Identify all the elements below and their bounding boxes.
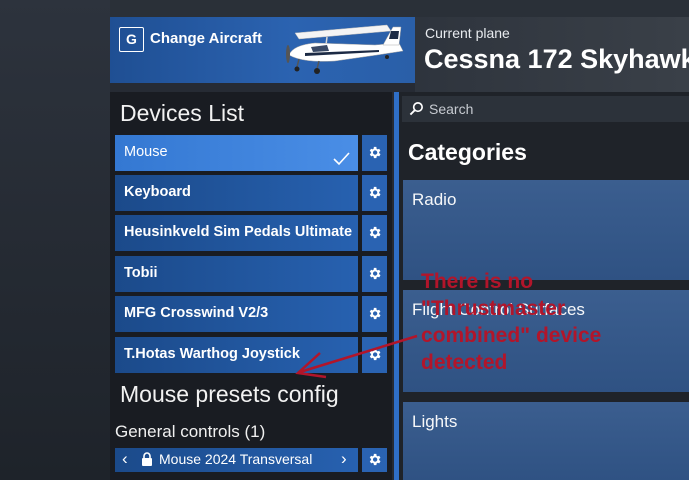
category-label: Lights [412, 412, 458, 431]
category-radio[interactable]: Radio [403, 180, 689, 280]
annotation-line: detected [421, 351, 508, 374]
current-plane-label: Current plane [425, 25, 510, 41]
lock-icon [142, 452, 152, 466]
change-aircraft-button[interactable]: G Change Aircraft [110, 17, 415, 83]
device-settings-button-keyboard[interactable] [362, 175, 387, 211]
chevron-right-icon[interactable]: › [341, 450, 347, 468]
change-aircraft-label: Change Aircraft [150, 30, 262, 47]
annotation-text: There is no "Thrustmaster combined" devi… [421, 268, 651, 376]
background-left [0, 0, 110, 480]
device-label: MFG Crosswind V2/3 [124, 305, 269, 321]
checkmark-icon [333, 152, 350, 166]
device-label: Tobii [124, 265, 158, 281]
device-settings-button-warthog[interactable] [362, 337, 387, 373]
current-plane-panel: Current plane Cessna 172 Skyhawk [415, 17, 689, 92]
preset-name: Mouse 2024 Transversal [159, 451, 313, 467]
search-input[interactable]: Search [402, 96, 689, 122]
annotation-line: "Thrustmaster [421, 297, 566, 320]
category-label: Radio [412, 190, 457, 209]
device-item-pedals[interactable]: Heusinkveld Sim Pedals Ultimate [115, 215, 358, 251]
chevron-left-icon[interactable]: ‹ [122, 450, 128, 468]
device-settings-button-crosswind[interactable] [362, 296, 387, 332]
device-item-keyboard[interactable]: Keyboard [115, 175, 358, 211]
background-top [110, 0, 689, 17]
device-item-tobii[interactable]: Tobii [115, 256, 358, 292]
search-placeholder: Search [429, 101, 474, 117]
annotation-line: There is no [421, 270, 534, 293]
annotation-line: combined" device [421, 324, 602, 347]
gear-icon [369, 453, 381, 466]
device-label: T.Hotas Warthog Joystick [124, 346, 300, 362]
general-controls-label: General controls (1) [115, 422, 266, 441]
preset-settings-button[interactable] [362, 448, 387, 472]
device-settings-button-mouse[interactable] [362, 135, 387, 171]
device-label: Heusinkveld Sim Pedals Ultimate [124, 224, 353, 240]
devices-panel: Devices List Mouse Keyboard Heusinkveld … [110, 92, 392, 480]
gear-icon [369, 267, 381, 280]
search-icon [409, 102, 423, 116]
device-item-mouse[interactable]: Mouse [115, 135, 358, 171]
device-settings-button-tobii[interactable] [362, 256, 387, 292]
device-label: Keyboard [124, 184, 191, 200]
plane-thumbnail-icon [286, 24, 404, 74]
keybind-badge: G [119, 27, 144, 52]
category-lights[interactable]: Lights [403, 402, 689, 480]
current-plane-name: Cessna 172 Skyhawk [424, 44, 689, 74]
preset-selector[interactable]: ‹ Mouse 2024 Transversal › [115, 448, 358, 472]
device-item-crosswind[interactable]: MFG Crosswind V2/3 [115, 296, 358, 332]
gear-icon [369, 186, 381, 199]
devices-list-title: Devices List [120, 100, 244, 126]
device-settings-button-pedals[interactable] [362, 215, 387, 251]
gear-icon [369, 348, 381, 361]
gear-icon [369, 226, 381, 239]
presets-config-title: Mouse presets config [120, 381, 339, 407]
gear-icon [369, 307, 381, 320]
device-item-warthog[interactable]: T.Hotas Warthog Joystick [115, 337, 358, 373]
device-label: Mouse [124, 144, 168, 160]
gear-icon [369, 146, 381, 159]
categories-title: Categories [408, 139, 527, 165]
